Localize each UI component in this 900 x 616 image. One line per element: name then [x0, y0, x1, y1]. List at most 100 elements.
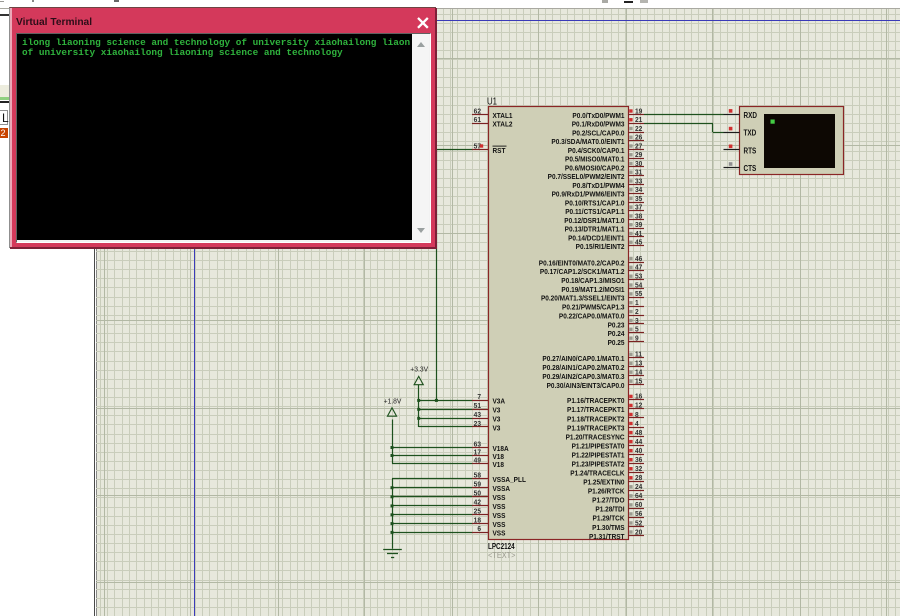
- svg-text:P0.2/SCL/CAP0.0: P0.2/SCL/CAP0.0: [572, 130, 625, 137]
- svg-text:XTAL1: XTAL1: [493, 113, 513, 120]
- svg-text:P0.15/RI1/EINT2: P0.15/RI1/EINT2: [576, 244, 625, 251]
- svg-text:51: 51: [474, 403, 482, 410]
- svg-text:P0.17/CAP1.2/SCK1/MAT1.2: P0.17/CAP1.2/SCK1/MAT1.2: [540, 269, 625, 276]
- svg-text:RTS: RTS: [744, 145, 757, 155]
- svg-text:22: 22: [635, 126, 643, 133]
- svg-text:P1.23/PIPESTAT2: P1.23/PIPESTAT2: [572, 461, 625, 468]
- svg-text:16: 16: [635, 393, 643, 400]
- svg-text:21: 21: [635, 117, 643, 124]
- svg-text:V3A: V3A: [493, 398, 506, 405]
- svg-text:VSSA: VSSA: [493, 486, 511, 493]
- svg-text:P1.17/TRACEPKT1: P1.17/TRACEPKT1: [567, 407, 625, 414]
- svg-text:P0.24: P0.24: [608, 331, 625, 338]
- svg-text:P1.25/EXTIN0: P1.25/EXTIN0: [583, 479, 624, 486]
- svg-text:P0.23: P0.23: [608, 322, 625, 329]
- svg-text:P0.25: P0.25: [608, 340, 625, 347]
- svg-text:17: 17: [474, 449, 482, 456]
- svg-text:P1.21/PIPESTAT0: P1.21/PIPESTAT0: [572, 443, 625, 450]
- svg-text:P0.3/SDA/MAT0.0/EINT1: P0.3/SDA/MAT0.0/EINT1: [551, 139, 624, 146]
- svg-text:55: 55: [635, 291, 643, 298]
- svg-text:11: 11: [635, 351, 642, 358]
- svg-text:25: 25: [474, 508, 482, 515]
- svg-text:P1.19/TRACEPKT3: P1.19/TRACEPKT3: [567, 425, 625, 432]
- svg-text:34: 34: [635, 187, 643, 194]
- svg-text:8: 8: [635, 412, 639, 419]
- svg-text:P1.29/TCK: P1.29/TCK: [593, 515, 625, 522]
- svg-text:3: 3: [635, 318, 639, 325]
- svg-text:P0.14/DCD1/EINT1: P0.14/DCD1/EINT1: [568, 235, 625, 242]
- svg-text:P1.27/TDO: P1.27/TDO: [592, 497, 625, 504]
- svg-text:XTAL2: XTAL2: [493, 121, 513, 128]
- svg-text:V3: V3: [493, 425, 501, 432]
- svg-text:VSS: VSS: [493, 513, 506, 520]
- svg-text:46: 46: [635, 256, 643, 263]
- svg-text:P0.18/CAP1.3/MISO1: P0.18/CAP1.3/MISO1: [561, 278, 624, 285]
- svg-text:5: 5: [635, 326, 639, 333]
- svg-text:P0.12/DSR1/MAT1.0: P0.12/DSR1/MAT1.0: [564, 218, 624, 225]
- svg-text:P1.31/TRST: P1.31/TRST: [589, 534, 625, 541]
- svg-text:63: 63: [474, 441, 482, 448]
- svg-text:P0.5/MISO0/MAT0.1: P0.5/MISO0/MAT0.1: [565, 156, 625, 163]
- svg-text:45: 45: [635, 239, 643, 246]
- svg-text:VSSA_PLL: VSSA_PLL: [493, 477, 526, 484]
- svg-text:P0.11/CTS1/CAP1.1: P0.11/CTS1/CAP1.1: [565, 209, 624, 216]
- svg-text:P1.24/TRACECLK: P1.24/TRACECLK: [570, 470, 624, 477]
- svg-text:49: 49: [474, 457, 482, 464]
- svg-text:29: 29: [635, 152, 643, 159]
- svg-text:RXD: RXD: [744, 110, 758, 120]
- svg-text:18: 18: [474, 517, 482, 524]
- svg-text:P0.4/SCK0/CAP0.1: P0.4/SCK0/CAP0.1: [568, 148, 625, 155]
- svg-text:13: 13: [635, 360, 643, 367]
- svg-text:6: 6: [477, 526, 481, 533]
- svg-text:P1.16/TRACEPKT0: P1.16/TRACEPKT0: [567, 398, 625, 405]
- svg-text:12: 12: [635, 403, 643, 410]
- svg-text:62: 62: [474, 108, 482, 115]
- svg-text:38: 38: [635, 213, 643, 220]
- svg-text:P0.19/MAT1.2/MOSI1: P0.19/MAT1.2/MOSI1: [561, 287, 624, 294]
- svg-text:26: 26: [635, 134, 643, 141]
- svg-text:30: 30: [635, 161, 643, 168]
- svg-text:7: 7: [477, 394, 481, 401]
- svg-text:P1.22/PIPESTAT1: P1.22/PIPESTAT1: [572, 452, 625, 459]
- svg-text:VSS: VSS: [493, 530, 506, 537]
- svg-text:CTS: CTS: [744, 163, 757, 173]
- svg-text:42: 42: [474, 499, 482, 506]
- svg-text:41: 41: [635, 231, 643, 238]
- svg-text:P1.18/TRACEPKT2: P1.18/TRACEPKT2: [567, 416, 625, 423]
- svg-text:64: 64: [635, 493, 643, 500]
- svg-text:1: 1: [635, 300, 639, 307]
- svg-text:47: 47: [635, 264, 643, 271]
- svg-text:P0.29/AIN2/CAP0.3/MAT0.3: P0.29/AIN2/CAP0.3/MAT0.3: [542, 374, 624, 381]
- svg-text:P0.20/MAT1.3/SSEL1/EINT3: P0.20/MAT1.3/SSEL1/EINT3: [541, 295, 625, 302]
- svg-text:15: 15: [635, 378, 643, 385]
- svg-text:39: 39: [635, 222, 643, 229]
- svg-text:36: 36: [635, 457, 643, 464]
- svg-text:20: 20: [635, 529, 643, 536]
- svg-text:P0.21/PWM5/CAP1.3: P0.21/PWM5/CAP1.3: [562, 304, 625, 311]
- svg-text:P0.13/DTR1/MAT1.1: P0.13/DTR1/MAT1.1: [565, 226, 625, 233]
- svg-text:19: 19: [635, 108, 643, 115]
- svg-text:44: 44: [635, 439, 643, 446]
- svg-text:33: 33: [635, 178, 643, 185]
- svg-text:24: 24: [635, 484, 643, 491]
- svg-text:VSS: VSS: [493, 495, 506, 502]
- svg-text:<TEXT>: <TEXT>: [488, 550, 516, 559]
- svg-text:48: 48: [635, 430, 643, 437]
- svg-text:U1: U1: [487, 95, 497, 106]
- svg-text:P0.28/AIN1/CAP0.2/MAT0.2: P0.28/AIN1/CAP0.2/MAT0.2: [542, 365, 624, 372]
- svg-text:P0.30/AIN3/EINT3/CAP0.0: P0.30/AIN3/EINT3/CAP0.0: [547, 383, 625, 390]
- svg-text:27: 27: [635, 143, 643, 150]
- svg-text:P0.7/SSEL0/PWM2/EINT2: P0.7/SSEL0/PWM2/EINT2: [548, 174, 625, 181]
- svg-text:P0.0/TxD0/PWM1: P0.0/TxD0/PWM1: [572, 113, 624, 120]
- svg-text:56: 56: [635, 511, 643, 518]
- svg-text:P1.20/TRACESYNC: P1.20/TRACESYNC: [566, 434, 625, 441]
- svg-text:35: 35: [635, 196, 643, 203]
- svg-text:59: 59: [474, 481, 482, 488]
- svg-text:+3.3V: +3.3V: [410, 366, 428, 373]
- svg-text:9: 9: [635, 335, 639, 342]
- svg-text:4: 4: [635, 421, 639, 428]
- svg-text:53: 53: [635, 273, 643, 280]
- svg-text:P0.10/RTS1/CAP1.0: P0.10/RTS1/CAP1.0: [565, 200, 625, 207]
- svg-text:P1.28/TDI: P1.28/TDI: [595, 506, 624, 513]
- svg-text:P0.9/RxD1/PWM6/EINT3: P0.9/RxD1/PWM6/EINT3: [552, 191, 625, 198]
